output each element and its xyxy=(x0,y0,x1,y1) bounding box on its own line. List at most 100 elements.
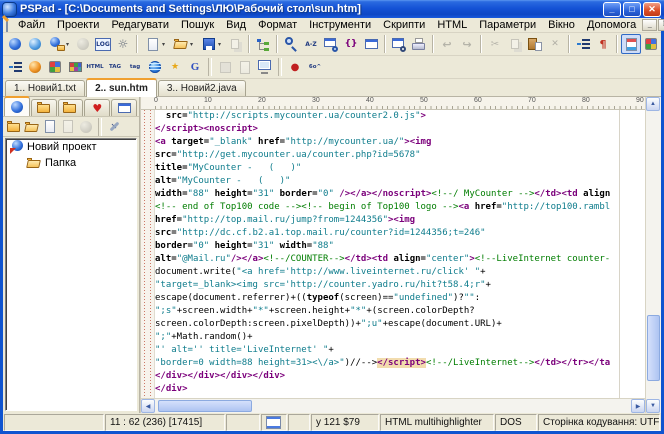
log-file-icon xyxy=(237,59,253,75)
ruler-mark-20: 20 xyxy=(258,97,266,104)
code-line: alt="MyCounter - ( )" xyxy=(155,175,645,188)
menu-item-проекти[interactable]: Проекти xyxy=(51,19,105,32)
redo-icon: ↪ xyxy=(459,36,475,52)
tag-helper-button[interactable]: tag xyxy=(125,57,145,77)
menu-item-редагувати[interactable]: Редагувати xyxy=(105,19,175,32)
horizontal-scroll-thumb[interactable] xyxy=(158,400,252,412)
code-explorer-button[interactable] xyxy=(253,34,273,54)
maximize-button[interactable]: □ xyxy=(623,2,641,17)
rgb-palette-button[interactable] xyxy=(45,57,65,77)
close-button[interactable]: ✕ xyxy=(643,2,661,17)
vertical-scrollbar[interactable]: ▲ ▼ xyxy=(645,97,661,413)
log-window-button[interactable]: LOG xyxy=(93,34,113,54)
add-to-project-button[interactable]: ▾ xyxy=(45,34,73,54)
css-helper-button[interactable]: TAG xyxy=(105,57,125,77)
auto-indent-button[interactable] xyxy=(573,34,593,54)
menu-item-скрипти[interactable]: Скрипти xyxy=(377,19,431,32)
tag-helper-icon: tag xyxy=(127,59,143,75)
menu-item-допомога[interactable]: Допомога xyxy=(581,19,642,32)
horizontal-scroll-track[interactable] xyxy=(155,399,631,413)
scroll-down-button[interactable]: ▼ xyxy=(646,399,660,413)
project-panel-tab[interactable] xyxy=(4,96,30,116)
dropdown-arrow-icon[interactable]: ▾ xyxy=(66,41,69,48)
save-file-button[interactable]: ▾ xyxy=(197,34,225,54)
tree-item-Новий проект[interactable]: Новий проект xyxy=(6,139,136,155)
horizontal-scrollbar[interactable]: ◀ ▶ xyxy=(141,398,645,413)
reformat-code-button[interactable] xyxy=(5,57,25,77)
menu-item-інструменти[interactable]: Інструменти xyxy=(303,19,377,32)
status-cell-4 xyxy=(288,414,310,431)
google-search-button[interactable]: G xyxy=(185,57,205,77)
dropdown-arrow-icon[interactable]: ▾ xyxy=(218,41,221,48)
macro-record-button[interactable]: ● xyxy=(285,57,305,77)
dropdown-arrow-icon[interactable]: ▾ xyxy=(162,41,165,48)
scroll-up-button[interactable]: ▲ xyxy=(646,97,660,111)
menu-item-формат[interactable]: Формат xyxy=(252,19,303,32)
vertical-scroll-track[interactable] xyxy=(646,111,661,399)
print-button[interactable] xyxy=(409,34,429,54)
code-line: "target=_blank><img src='http://counter.… xyxy=(155,279,645,292)
menu-item-пошук[interactable]: Пошук xyxy=(175,19,220,32)
mdi-restore-button[interactable]: ❐ xyxy=(658,19,664,31)
file-tab-3[interactable]: 3.. Новий2.java xyxy=(158,80,246,96)
open-in-browser-button[interactable] xyxy=(145,57,165,77)
menu-item-html[interactable]: HTML xyxy=(431,19,473,32)
mdi-minimize-button[interactable]: _ xyxy=(642,19,657,31)
search-icon xyxy=(283,36,299,52)
project-add-file-button[interactable] xyxy=(41,118,59,136)
ftp-panel-tab[interactable]: FTP xyxy=(58,99,84,116)
open-file-button[interactable]: ▾ xyxy=(169,34,197,54)
project-settings-button[interactable]: ☼ xyxy=(113,34,133,54)
files-panel-tab[interactable] xyxy=(31,99,57,116)
code-view[interactable]: src="http://scripts.mycounter.ua/counter… xyxy=(141,110,645,398)
ruler-mark-70: 70 xyxy=(528,97,536,104)
vertical-scroll-thumb[interactable] xyxy=(647,315,660,380)
ruler-mark-0: 0 xyxy=(154,97,158,104)
paste-button[interactable] xyxy=(525,34,545,54)
toolbar-separator xyxy=(248,35,250,53)
dropdown-arrow-icon[interactable]: ▾ xyxy=(190,41,193,48)
minimize-button[interactable]: _ xyxy=(603,2,621,17)
browser-preview-button[interactable] xyxy=(255,57,275,77)
project-remove-file-icon xyxy=(60,119,76,135)
color-select-button[interactable] xyxy=(25,57,45,77)
menu-item-файл[interactable]: Файл xyxy=(12,19,51,32)
project-properties-icon xyxy=(78,119,94,135)
project-open-folder-button[interactable] xyxy=(23,118,41,136)
search-in-files-button[interactable] xyxy=(321,34,341,54)
search-button[interactable] xyxy=(281,34,301,54)
scroll-right-button[interactable]: ▶ xyxy=(631,399,645,413)
html-to-text-button[interactable]: HTML xyxy=(85,57,105,77)
scroll-left-button[interactable]: ◀ xyxy=(141,399,155,413)
menu-item-вікно[interactable]: Вікно xyxy=(542,19,581,32)
search-replace-button[interactable]: A-Z xyxy=(301,34,321,54)
menu-item-параметри[interactable]: Параметри xyxy=(473,19,542,32)
tree-item-Папка[interactable]: Папка xyxy=(6,155,136,171)
new-project-button[interactable] xyxy=(5,34,25,54)
syntax-highlighting-button[interactable] xyxy=(621,34,641,54)
rgb-palette-icon xyxy=(47,59,63,75)
color-palette-button[interactable] xyxy=(641,34,661,54)
color-table-button[interactable] xyxy=(65,57,85,77)
html-wizard-button[interactable]: ★ xyxy=(165,57,185,77)
menu-item-вид[interactable]: Вид xyxy=(220,19,252,32)
window-list-button[interactable] xyxy=(361,34,381,54)
file-tab-2[interactable]: 2.. sun.htm xyxy=(86,78,157,97)
new-file-button[interactable]: ▾ xyxy=(141,34,169,54)
windows-panel-tab[interactable] xyxy=(111,99,137,116)
file-tab-1[interactable]: 1.. Новий1.txt xyxy=(5,80,85,96)
project-tools-button[interactable]: ✕ xyxy=(105,118,123,136)
print-preview-button[interactable] xyxy=(389,34,409,54)
css-helper-icon: TAG xyxy=(107,59,123,75)
window-title: PSPad - [C:\Documents and Settings\ЛЮ\Ра… xyxy=(20,3,601,15)
spell-check-button[interactable]: 6o^ xyxy=(305,57,325,77)
reformat-code-icon xyxy=(7,59,23,75)
project-new-folder-button[interactable] xyxy=(5,118,23,136)
open-project-button[interactable] xyxy=(25,34,45,54)
code-line: width="88" height="31" border="0" /></a>… xyxy=(155,188,645,201)
bookmark-gutter[interactable] xyxy=(141,110,155,398)
favorites-panel-tab[interactable]: ♥ xyxy=(84,99,110,116)
toolbar-separator xyxy=(616,35,618,53)
matching-bracket-button[interactable]: {} xyxy=(341,34,361,54)
show-formatting-button[interactable]: ¶ xyxy=(593,34,613,54)
